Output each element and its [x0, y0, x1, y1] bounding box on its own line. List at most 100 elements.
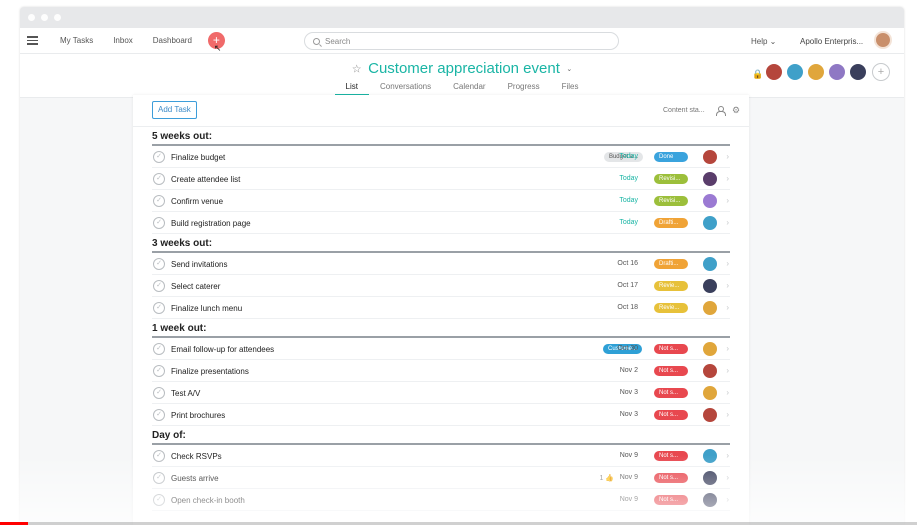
due-date[interactable]: Oct 17 [617, 282, 638, 289]
chevron-right-icon[interactable]: › [726, 410, 729, 419]
complete-checkbox-icon[interactable]: ✓ [153, 387, 165, 399]
assignee-avatar[interactable] [703, 386, 717, 400]
status-badge[interactable]: Not s... [654, 410, 688, 420]
task-name[interactable]: Open check-in booth [171, 496, 245, 505]
chevron-right-icon[interactable]: › [726, 196, 729, 205]
task-name[interactable]: Finalize lunch menu [171, 304, 242, 313]
nav-inbox[interactable]: Inbox [113, 36, 133, 45]
task-name[interactable]: Finalize budget [171, 153, 225, 162]
privacy-lock-icon[interactable]: 🔒 [752, 69, 763, 80]
nav-my-tasks[interactable]: My Tasks [60, 36, 93, 45]
status-badge[interactable]: Revie... [654, 303, 688, 313]
due-date[interactable]: Today [619, 219, 638, 226]
status-badge[interactable]: Not s... [654, 473, 688, 483]
task-row[interactable]: ✓ Build registration page Today Drafti... › [152, 212, 730, 234]
due-date[interactable]: Today [619, 197, 638, 204]
due-date[interactable]: Oct 16 [617, 260, 638, 267]
status-badge[interactable]: Drafti... [654, 218, 688, 228]
hamburger-menu-icon[interactable] [27, 36, 38, 45]
assignee-avatar[interactable] [703, 194, 717, 208]
assignee-avatar[interactable] [703, 342, 717, 356]
user-avatar[interactable] [874, 31, 892, 49]
task-name[interactable]: Finalize presentations [171, 367, 249, 376]
chevron-right-icon[interactable]: › [726, 366, 729, 375]
project-menu-chevron-icon[interactable]: ⌄ [566, 66, 572, 73]
status-badge[interactable]: Revisi... [654, 174, 688, 184]
chevron-right-icon[interactable]: › [726, 174, 729, 183]
chevron-right-icon[interactable]: › [726, 218, 729, 227]
member-avatar[interactable] [786, 63, 804, 81]
task-row[interactable]: ✓ Finalize presentations Nov 2 Not s... › [152, 360, 730, 382]
complete-checkbox-icon[interactable]: ✓ [153, 472, 165, 484]
member-avatar[interactable] [849, 63, 867, 81]
tab-conversations[interactable]: Conversations [369, 82, 442, 96]
complete-checkbox-icon[interactable]: ✓ [153, 494, 165, 506]
complete-checkbox-icon[interactable]: ✓ [153, 258, 165, 270]
like-count[interactable]: 1 👍 [599, 474, 614, 482]
chevron-right-icon[interactable]: › [726, 303, 729, 312]
assignee-avatar[interactable] [703, 408, 717, 422]
due-date[interactable]: Nov 9 [620, 474, 638, 481]
task-name[interactable]: Send invitations [171, 260, 227, 269]
chevron-right-icon[interactable]: › [726, 344, 729, 353]
status-badge[interactable]: Not s... [654, 495, 688, 505]
content-status-filter[interactable]: Content sta... [663, 107, 705, 114]
task-name[interactable]: Confirm venue [171, 197, 223, 206]
assignee-avatar[interactable] [703, 257, 717, 271]
complete-checkbox-icon[interactable]: ✓ [153, 409, 165, 421]
due-date[interactable]: Nov 9 [620, 496, 638, 503]
status-badge[interactable]: Not s... [654, 388, 688, 398]
task-name[interactable]: Select caterer [171, 282, 220, 291]
nav-dashboard[interactable]: Dashboard [153, 36, 192, 45]
chevron-right-icon[interactable]: › [726, 473, 729, 482]
section-header[interactable]: 1 week out: [152, 319, 730, 338]
task-row[interactable]: ✓ Print brochures Nov 3 Not s... › [152, 404, 730, 426]
due-date[interactable]: Nov 9 [620, 452, 638, 459]
add-member-button[interactable]: + [872, 63, 890, 81]
chevron-right-icon[interactable]: › [726, 388, 729, 397]
task-row[interactable]: ✓ Create attendee list Today Revisi... › [152, 168, 730, 190]
task-name[interactable]: Email follow-up for attendees [171, 345, 274, 354]
assignee-avatar[interactable] [703, 364, 717, 378]
task-row[interactable]: ✓ Test A/V Nov 3 Not s... › [152, 382, 730, 404]
task-name[interactable]: Print brochures [171, 411, 225, 420]
chevron-right-icon[interactable]: › [726, 495, 729, 504]
due-date[interactable]: Oct 30 [617, 345, 638, 352]
complete-checkbox-icon[interactable]: ✓ [153, 173, 165, 185]
due-date[interactable]: Nov 3 [620, 389, 638, 396]
tab-list[interactable]: List [334, 82, 369, 96]
member-avatar[interactable] [765, 63, 783, 81]
task-row[interactable]: ✓ Select caterer Oct 17 Revie... › [152, 275, 730, 297]
search-input[interactable]: Search [304, 32, 619, 50]
window-maximize-dot[interactable] [54, 14, 61, 21]
assignee-avatar[interactable] [703, 279, 717, 293]
help-menu[interactable]: Help ⌄ [751, 37, 776, 46]
status-badge[interactable]: Revisi... [654, 196, 688, 206]
section-header[interactable]: 3 weeks out: [152, 234, 730, 253]
task-row[interactable]: ✓ Finalize budget Budget a... Today Done › [152, 146, 730, 168]
quick-add-button[interactable]: + ↖ [207, 32, 225, 53]
member-avatar[interactable] [807, 63, 825, 81]
tab-calendar[interactable]: Calendar [442, 82, 496, 96]
assignee-avatar[interactable] [703, 216, 717, 230]
task-row[interactable]: ✓ Check RSVPs Nov 9 Not s... › [152, 445, 730, 467]
complete-checkbox-icon[interactable]: ✓ [153, 365, 165, 377]
due-date[interactable]: Today [619, 153, 638, 160]
task-name[interactable]: Check RSVPs [171, 452, 222, 461]
task-row[interactable]: ✓ Open check-in booth Nov 9 Not s... › [152, 489, 730, 511]
complete-checkbox-icon[interactable]: ✓ [153, 151, 165, 163]
gear-icon[interactable]: ⚙ [732, 106, 740, 115]
task-row[interactable]: ✓ Finalize lunch menu Oct 18 Revie... › [152, 297, 730, 319]
task-row[interactable]: ✓ Email follow-up for attendees Custome...… [152, 338, 730, 360]
organization-switcher[interactable]: Apollo Enterpris... [800, 37, 863, 46]
complete-checkbox-icon[interactable]: ✓ [153, 217, 165, 229]
project-title[interactable]: Customer appreciation event [368, 60, 560, 77]
complete-checkbox-icon[interactable]: ✓ [153, 280, 165, 292]
task-name[interactable]: Build registration page [171, 219, 251, 228]
task-name[interactable]: Test A/V [171, 389, 200, 398]
due-date[interactable]: Today [619, 175, 638, 182]
assignee-avatar[interactable] [703, 449, 717, 463]
status-badge[interactable]: Not s... [654, 451, 688, 461]
task-row[interactable]: ✓ Confirm venue Today Revisi... › [152, 190, 730, 212]
complete-checkbox-icon[interactable]: ✓ [153, 195, 165, 207]
